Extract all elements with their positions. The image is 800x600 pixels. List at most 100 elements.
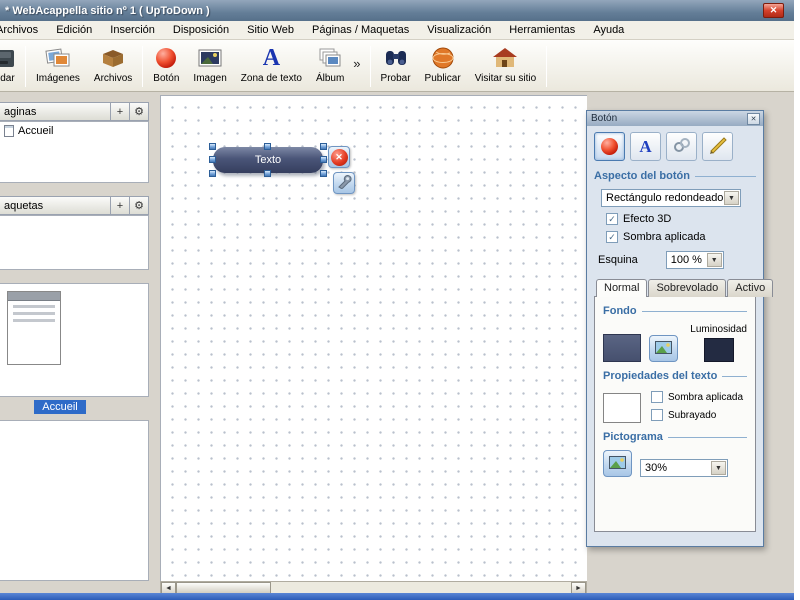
binoculars-icon	[383, 45, 409, 71]
scroll-left-icon: ◄	[165, 584, 172, 592]
toolbar-imagenes-button[interactable]: Imágenes	[29, 42, 87, 91]
menu-visualizacion[interactable]: Visualización	[418, 22, 500, 38]
underline-label: Subrayado	[668, 409, 717, 421]
layout-caption[interactable]: Accueil	[0, 400, 120, 414]
menu-ayuda[interactable]: Ayuda	[584, 22, 633, 38]
selection-handle[interactable]	[209, 156, 216, 163]
luminosity-swatch[interactable]	[703, 338, 734, 362]
corner-label: Esquina	[598, 254, 638, 266]
toolbar-zona-texto-button[interactable]: A Zona de texto	[234, 42, 309, 91]
edit-element-button[interactable]	[333, 172, 355, 194]
layout-caption-label: Accueil	[34, 400, 86, 414]
canvas-button-label: Texto	[254, 154, 282, 166]
text-shadow-label: Sombra aplicada	[668, 391, 744, 403]
files-box-icon	[100, 45, 126, 71]
luminosity-label: Luminosidad	[690, 324, 747, 335]
design-canvas[interactable]: Texto ✕	[160, 95, 587, 581]
text-mode-icon: A	[639, 137, 652, 156]
title-bar[interactable]: * WebAcappella sitio nº 1 ( UpToDown )	[0, 0, 800, 21]
toolbar-probar-button[interactable]: Probar	[374, 42, 418, 91]
page-list-item[interactable]: Accueil	[0, 122, 148, 140]
link-mode-button[interactable]	[666, 132, 697, 161]
tab-sobrevolado[interactable]: Sobrevolado	[648, 279, 727, 297]
tab-normal[interactable]: Normal	[596, 279, 648, 297]
toolbar-label: Zona de texto	[240, 73, 302, 84]
background-image-button[interactable]	[649, 335, 678, 362]
shape-select-value: Rectángulo redondeado	[606, 192, 724, 204]
layout-thumbnail[interactable]	[7, 291, 61, 365]
toolbar-overflow-button[interactable]: »	[351, 42, 366, 71]
canvas-selected-button[interactable]: Texto	[209, 143, 327, 177]
toolbar-imagen-button[interactable]: Imagen	[186, 42, 233, 91]
style-mode-button[interactable]	[702, 132, 733, 161]
toolbar-publicar-button[interactable]: Publicar	[418, 42, 468, 91]
left-sidebar: aginas + ⚙ Accueil aquetas + ⚙ Accueil	[0, 102, 149, 581]
selection-handle[interactable]	[320, 143, 327, 150]
brush-icon	[708, 136, 728, 157]
menu-disposicion[interactable]: Disposición	[164, 22, 238, 38]
layouts-settings-button[interactable]: ⚙	[130, 196, 149, 215]
toolbar-archivos-button[interactable]: Archivos	[87, 42, 139, 91]
shape-select[interactable]: Rectángulo redondeado ▼	[601, 189, 741, 207]
selection-handle[interactable]	[264, 143, 271, 150]
menu-edicion[interactable]: Edición	[47, 22, 101, 38]
text-zone-icon: A	[262, 45, 281, 71]
panel-tool-row: A	[594, 132, 756, 161]
menu-herramientas[interactable]: Herramientas	[500, 22, 584, 38]
background-color-swatch[interactable]	[603, 334, 641, 362]
selection-handle[interactable]	[209, 170, 216, 177]
layouts-list[interactable]	[0, 215, 149, 270]
thumbnail-line	[13, 319, 55, 322]
toolbar-label: Álbum	[315, 73, 345, 84]
check-icon: ✓	[608, 213, 616, 224]
corner-row: Esquina 100 % ▼	[598, 251, 756, 269]
close-button[interactable]: ✕	[763, 3, 784, 18]
tab-activo[interactable]: Activo	[727, 279, 774, 297]
toolbar-label: Archivos	[93, 73, 133, 84]
dropdown-arrow-icon: ▼	[711, 461, 726, 475]
plus-icon: +	[116, 199, 124, 212]
pages-settings-button[interactable]: ⚙	[130, 102, 149, 121]
toolbar-guardar-button[interactable]: ardar	[0, 42, 22, 91]
toolbar-label: Imágenes	[36, 73, 80, 84]
gear-icon: ⚙	[134, 106, 144, 118]
layouts-panel-title: aquetas	[0, 196, 111, 215]
toolbar-visitar-button[interactable]: Visitar su sitio	[468, 42, 544, 91]
menu-archivos[interactable]: Archivos	[0, 22, 47, 38]
menu-insercion[interactable]: Inserción	[101, 22, 164, 38]
button-mode-button[interactable]	[594, 132, 625, 161]
underline-checkbox[interactable]: Subrayado	[651, 409, 743, 421]
layouts-panel-header: aquetas + ⚙	[0, 196, 149, 215]
wrench-icon	[336, 174, 352, 193]
pictogram-section-heading: Pictograma	[603, 431, 747, 443]
menu-paginas-maquetas[interactable]: Páginas / Maquetas	[303, 22, 418, 38]
selection-handle[interactable]	[264, 170, 271, 177]
shadow-checkbox[interactable]: ✓ Sombra aplicada	[606, 231, 756, 243]
toolbar-label: Botón	[153, 73, 180, 84]
text-color-swatch[interactable]	[603, 393, 641, 423]
toolbar-boton-button[interactable]: Botón	[146, 42, 186, 91]
panel-title: Botón	[591, 113, 618, 124]
pictogram-size-select[interactable]: 30% ▼	[640, 459, 728, 477]
menu-sitio-web[interactable]: Sitio Web	[238, 22, 303, 38]
pictogram-image-button[interactable]	[603, 450, 632, 477]
selection-handle[interactable]	[209, 143, 216, 150]
text-mode-button[interactable]: A	[630, 132, 661, 161]
effect3d-checkbox[interactable]: ✓ Efecto 3D	[606, 213, 756, 225]
delete-element-button[interactable]: ✕	[328, 146, 350, 168]
panel-close-button[interactable]: ✕	[747, 112, 760, 125]
close-icon: ✕	[750, 115, 757, 123]
corner-select[interactable]: 100 % ▼	[665, 251, 724, 269]
add-page-button[interactable]: +	[111, 102, 130, 121]
checkbox-box: ✓	[606, 231, 618, 243]
thumbnail-line	[13, 305, 55, 308]
toolbar-label: ardar	[0, 73, 15, 84]
toolbar-album-button[interactable]: Álbum	[309, 42, 351, 91]
text-shadow-checkbox[interactable]: Sombra aplicada	[651, 391, 743, 403]
selection-handle[interactable]	[320, 170, 327, 177]
selection-handle[interactable]	[320, 156, 327, 163]
panel-title-bar[interactable]: Botón ✕	[587, 111, 763, 126]
main-toolbar: ardar Imágenes Archivos Botón Imagen A Z…	[0, 40, 800, 92]
add-layout-button[interactable]: +	[111, 196, 130, 215]
checkbox-box	[651, 391, 663, 403]
